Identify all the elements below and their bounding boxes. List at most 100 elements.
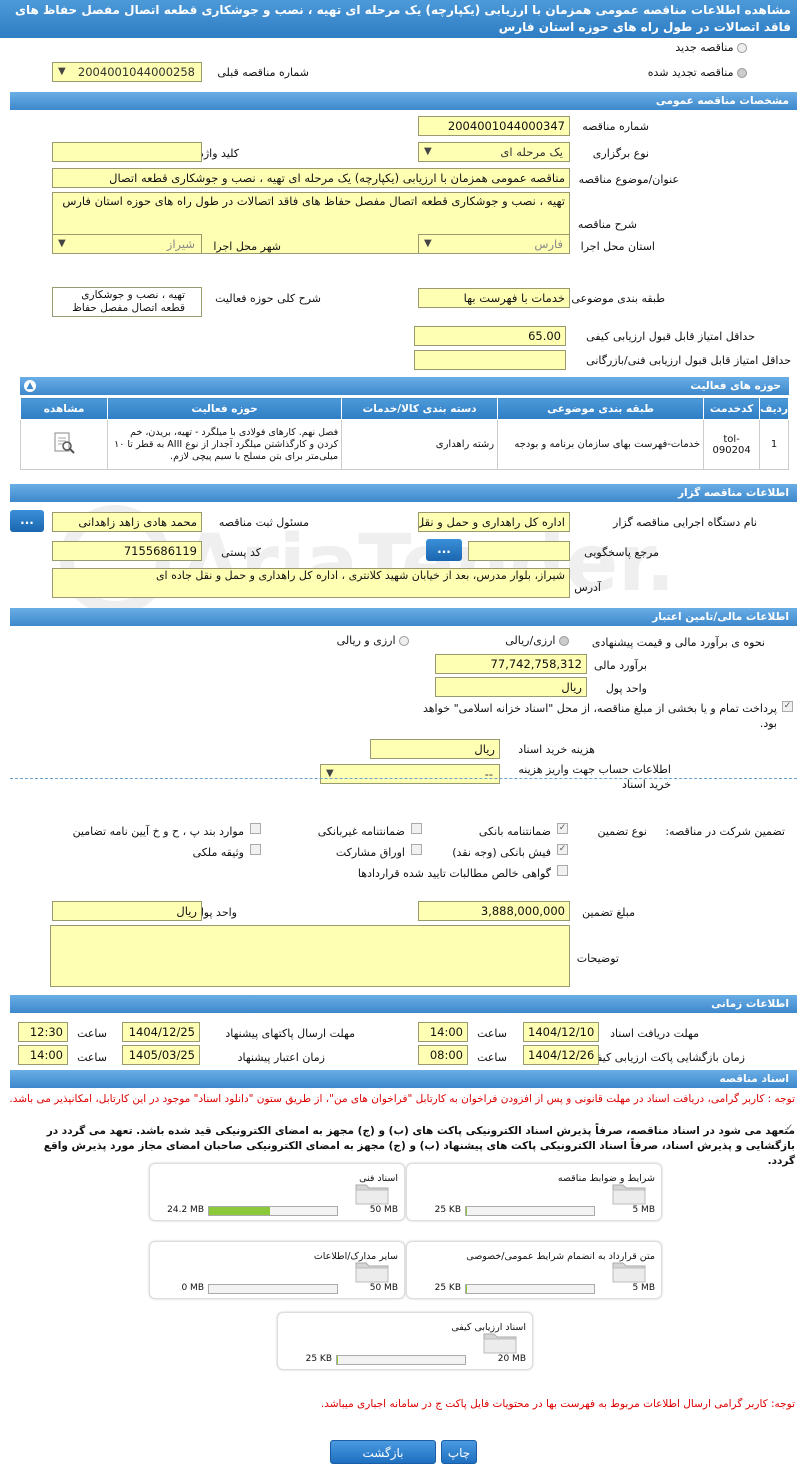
- view-document-icon[interactable]: [52, 431, 76, 455]
- treasury-checkbox[interactable]: ✓: [782, 701, 793, 712]
- method-option-currency-rial[interactable]: ارزی/ریالی: [505, 634, 569, 647]
- min-quality-label: حداقل امتیاز قابل قبول ارزیابی کیفی: [586, 330, 755, 343]
- category-field: خدمات با فهرست بها: [418, 288, 570, 308]
- doc-card[interactable]: سایر مدارک/اطلاعات 50 MB 0 MB: [149, 1241, 405, 1299]
- commit-text: متعهد می شود در اسناد مناقصه، صرفاً پذیر…: [43, 1125, 795, 1167]
- back-button[interactable]: بازگشت: [330, 1440, 436, 1464]
- chevron-down-icon: ▼: [326, 768, 334, 779]
- cell-code: tol-090204: [703, 419, 761, 470]
- province-select[interactable]: فارس ▼: [418, 234, 570, 254]
- doc-progress: [208, 1284, 338, 1294]
- type-select[interactable]: یک مرحله ای ▼: [418, 142, 570, 162]
- account-select[interactable]: -- ▼: [320, 764, 500, 784]
- section-docs: اسناد مناقصه: [10, 1070, 797, 1088]
- doc-progress: [465, 1284, 595, 1294]
- estimate-label: برآورد مالی: [594, 659, 647, 672]
- guarantee-nonbank-checkbox[interactable]: [411, 823, 422, 834]
- send-label: مهلت ارسال پاکتهای پیشنهاد: [225, 1027, 355, 1040]
- doc-card[interactable]: متن قرارداد به انضمام شرایط عمومی/خصوصی …: [406, 1241, 662, 1299]
- desc-label: شرح مناقصه: [577, 218, 637, 231]
- doc-cost-label: هزینه خرید اسناد: [518, 743, 595, 756]
- doc-max-size: 5 MB: [632, 1205, 655, 1215]
- collapse-icon[interactable]: ▲: [24, 380, 36, 392]
- print-button[interactable]: چاپ: [441, 1440, 477, 1464]
- new-tender-radio[interactable]: مناقصه جدید: [675, 41, 747, 54]
- officer-field: محمد هادی زاهد زاهدانی: [52, 512, 202, 532]
- number-label: شماره مناقصه: [582, 120, 649, 133]
- cell-scope: فصل نهم. کارهای فولادی با میلگرد - تهیه،…: [107, 419, 343, 470]
- scope-field[interactable]: تهیه ، نصب و جوشکاری قطعه اتصال مفصل حفا…: [52, 287, 202, 317]
- chevron-down-icon: ▼: [58, 66, 66, 77]
- guarantee-claims-checkbox[interactable]: [557, 865, 568, 876]
- method-option-1-label: ارزی/ریالی: [505, 634, 556, 647]
- scope-label: شرح کلی حوزه فعالیت: [215, 292, 321, 305]
- keyword-field[interactable]: [52, 142, 202, 162]
- doc-card[interactable]: اسناد فنی 50 MB 24.2 MB: [149, 1163, 405, 1221]
- min-quality-field: 65.00: [414, 326, 566, 346]
- guarantee-clause-checkbox[interactable]: [250, 823, 261, 834]
- guarantee-property-checkbox[interactable]: [250, 844, 261, 855]
- prev-number-select[interactable]: 2004001044000258 ▼: [52, 62, 202, 82]
- open-time-field: 08:00: [418, 1045, 468, 1065]
- col-header: ردیف: [759, 397, 789, 420]
- section-general: مشخصات مناقصه عمومی: [10, 92, 797, 110]
- valid-time-label: ساعت: [77, 1051, 107, 1064]
- folder-icon: [612, 1184, 646, 1205]
- notes-field[interactable]: [50, 925, 570, 987]
- folder-icon: [355, 1262, 389, 1283]
- guarantee-item: فیش بانکی (وجه نقد): [452, 846, 551, 859]
- new-tender-label: مناقصه جدید: [675, 41, 734, 54]
- doc-card[interactable]: شرایط و ضوابط مناقصه 5 MB 25 KB: [406, 1163, 662, 1221]
- doc-progress: [208, 1206, 338, 1216]
- view-cell[interactable]: [19, 419, 109, 470]
- prev-number-value: 2004001044000258: [77, 65, 195, 79]
- guarantee-bank-checkbox[interactable]: ✓: [557, 823, 568, 834]
- amount-field: 3,888,000,000: [418, 901, 570, 921]
- guarantee-item: ضمانتنامه بانکی: [478, 825, 551, 838]
- guarantee-item: موارد بند پ ، ح و خ آیین نامه تضامین: [72, 825, 244, 838]
- tender-number-field: 2004001044000347: [418, 116, 570, 136]
- type-label: نوع برگزاری: [592, 147, 649, 160]
- receive-time-field: 14:00: [418, 1022, 468, 1042]
- address-label: آدرس: [574, 581, 601, 594]
- ref-field: [468, 541, 570, 561]
- folder-icon: [612, 1262, 646, 1283]
- city-select[interactable]: شیراز ▼: [52, 234, 202, 254]
- min-tech-label: حداقل امتیاز قابل قبول ارزیابی فنی/بازرگ…: [586, 354, 791, 367]
- col-header: مشاهده: [19, 397, 109, 420]
- guarantee-item: وثیقه ملکی: [192, 846, 244, 859]
- method-option-currency-and-rial[interactable]: ارزی و ریالی: [337, 634, 409, 647]
- section-activity-title: حوزه های فعالیت: [690, 380, 781, 392]
- ref-lookup-button[interactable]: ...: [426, 539, 462, 561]
- guarantee-label: تضمین شرکت در مناقصه:: [665, 825, 785, 838]
- estimate-field: 77,742,758,312: [435, 654, 587, 674]
- valid-time-field: 14:00: [18, 1045, 68, 1065]
- open-label: زمان بازگشایی پاکت ارزیابی کیفی: [587, 1051, 745, 1064]
- doc-card[interactable]: اسناد ارزیابی کیفی 20 MB 25 KB: [277, 1312, 533, 1370]
- address-field: شیراز، بلوار مدرس، بعد از خیابان شهید کل…: [52, 568, 570, 598]
- section-activity: حوزه های فعالیت ▲: [20, 377, 789, 395]
- cell-category: خدمات-فهرست بهای سازمان برنامه و بودجه: [497, 419, 705, 470]
- open-date-field: 1404/12/26: [523, 1045, 599, 1065]
- doc-progress: [336, 1355, 466, 1365]
- guarantee-bonds-checkbox[interactable]: [411, 844, 422, 855]
- doc-progress: [465, 1206, 595, 1216]
- chevron-down-icon: ▼: [58, 238, 66, 249]
- renewed-tender-radio[interactable]: مناقصه تجدید شده: [648, 66, 747, 79]
- currency-label: واحد پول: [605, 682, 647, 695]
- keyword-label: کلید واژه: [198, 147, 239, 160]
- cell-group: رشته راهداری: [341, 419, 499, 470]
- doc-max-size: 20 MB: [497, 1354, 526, 1364]
- renewed-tender-label: مناقصه تجدید شده: [647, 66, 734, 79]
- doc-current-size: 0 MB: [181, 1283, 204, 1293]
- receive-time-label: ساعت: [477, 1027, 507, 1040]
- section-organizer: اطلاعات مناقصه گزار: [10, 484, 797, 502]
- notes-label: توضیحات: [576, 952, 619, 965]
- guarantee-cash-checkbox[interactable]: ✓: [557, 844, 568, 855]
- method-label: نحوه ی برآورد مالی و قیمت پیشنهادی: [591, 636, 765, 649]
- officer-label: مسئول ثبت مناقصه: [218, 516, 309, 529]
- amount-label: مبلغ تضمین: [582, 906, 635, 919]
- docs-note: توجه : کاربر گرامی، دریافت اسناد در مهلت…: [9, 1093, 795, 1105]
- divider: [10, 778, 797, 779]
- officer-lookup-button[interactable]: ...: [10, 510, 44, 532]
